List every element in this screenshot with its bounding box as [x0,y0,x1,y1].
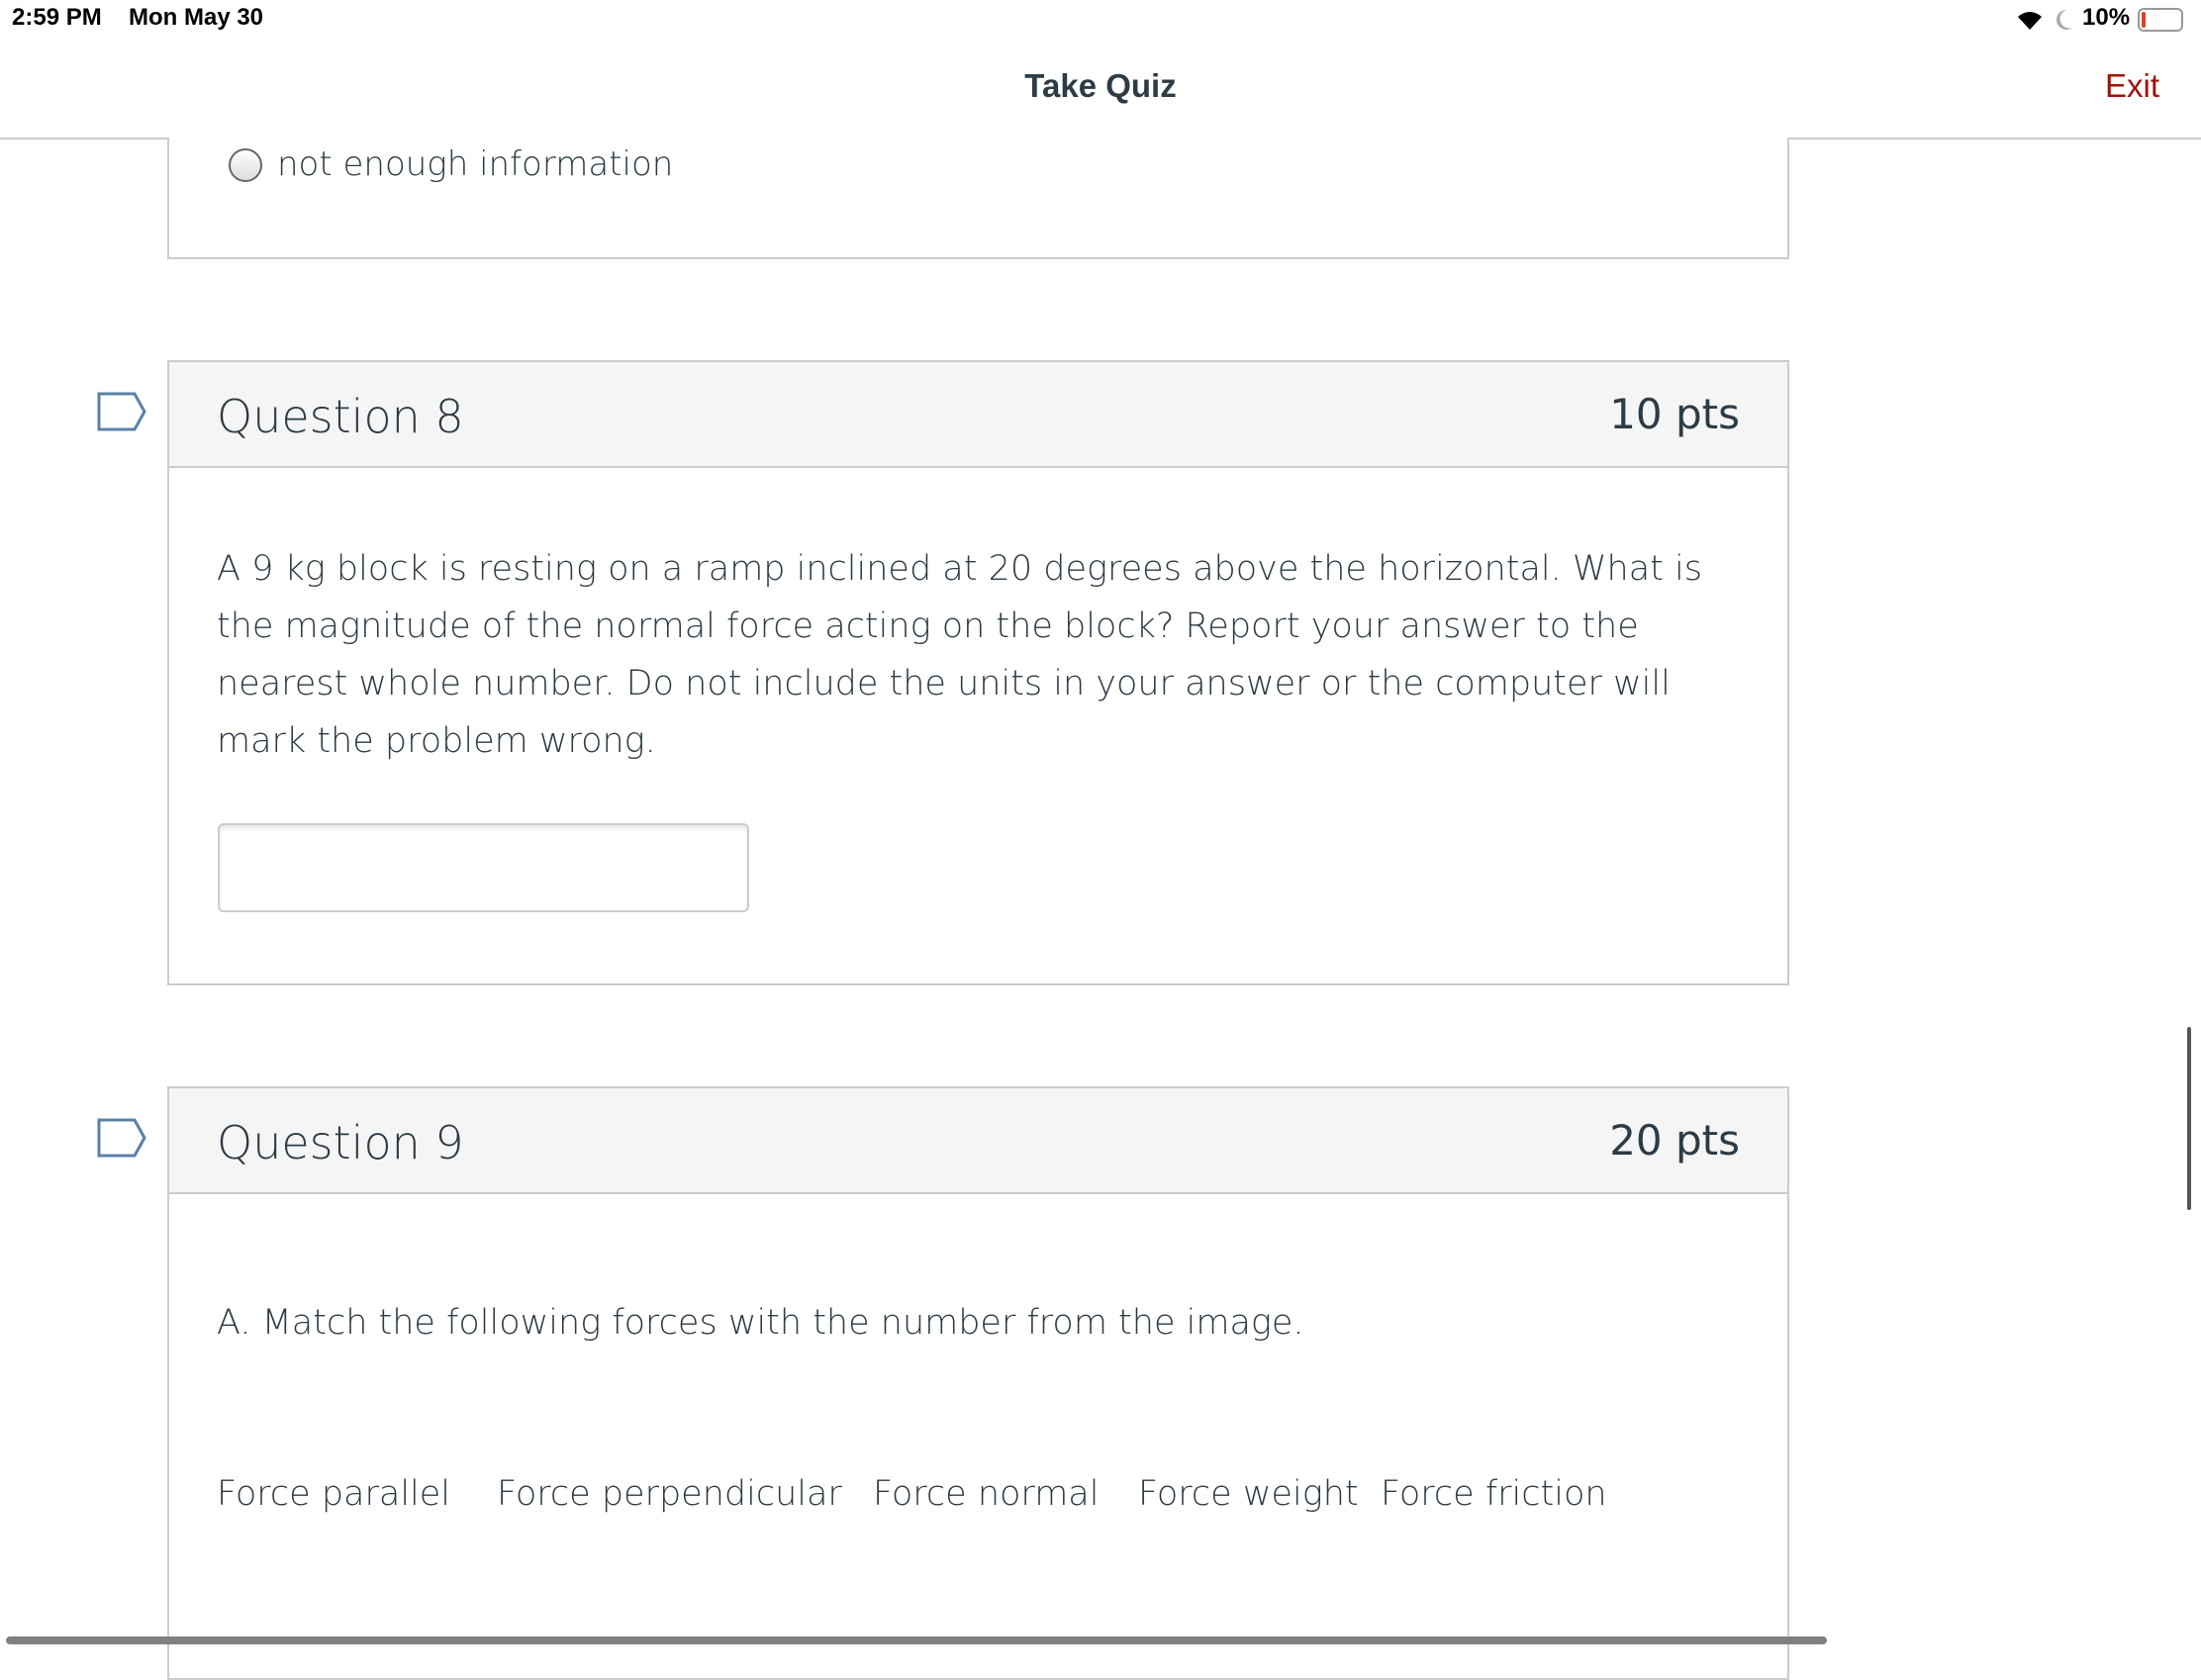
question-points: 10 pts [1609,390,1740,438]
moon-icon [2057,10,2072,30]
question-header: Question 9 20 pts [169,1088,1787,1194]
status-date: Mon May 30 [129,4,264,31]
question-header: Question 8 10 pts [169,362,1787,468]
status-time: 2:59 PM [12,4,102,31]
vertical-scrollbar[interactable] [2187,1027,2191,1210]
battery-icon [2138,8,2183,32]
horizontal-scrollbar[interactable] [6,1636,1827,1644]
battery-percent: 10% [2082,4,2131,31]
question-title: Question 9 [217,1116,464,1169]
flag-question-icon[interactable] [97,392,146,431]
force-label: Force weight [1138,1474,1359,1514]
question-text: A. Match the following forces with the n… [217,1303,1304,1343]
question-title: Question 8 [217,390,464,443]
force-label: Force friction [1381,1474,1607,1514]
exit-button[interactable]: Exit [2105,67,2159,105]
flag-question-icon[interactable] [97,1118,146,1158]
question-text: A 9 kg block is resting on a ramp inclin… [217,549,1702,761]
force-label: Force perpendicular [497,1474,842,1514]
previous-question-card: not enough information [167,138,1789,259]
wifi-icon [2018,12,2042,31]
radio-option[interactable] [229,148,262,182]
answer-input[interactable] [218,823,749,912]
question-8-card: Question 8 10 pts A 9 kg block is restin… [167,360,1789,985]
force-label: Force parallel [217,1474,451,1514]
force-label: Force normal [873,1474,1100,1514]
page-title: Take Quiz [1024,67,1177,104]
question-points: 20 pts [1609,1116,1740,1165]
question-9-card: Question 9 20 pts A. Match the following… [167,1086,1789,1680]
option-label: not enough information [277,144,674,184]
